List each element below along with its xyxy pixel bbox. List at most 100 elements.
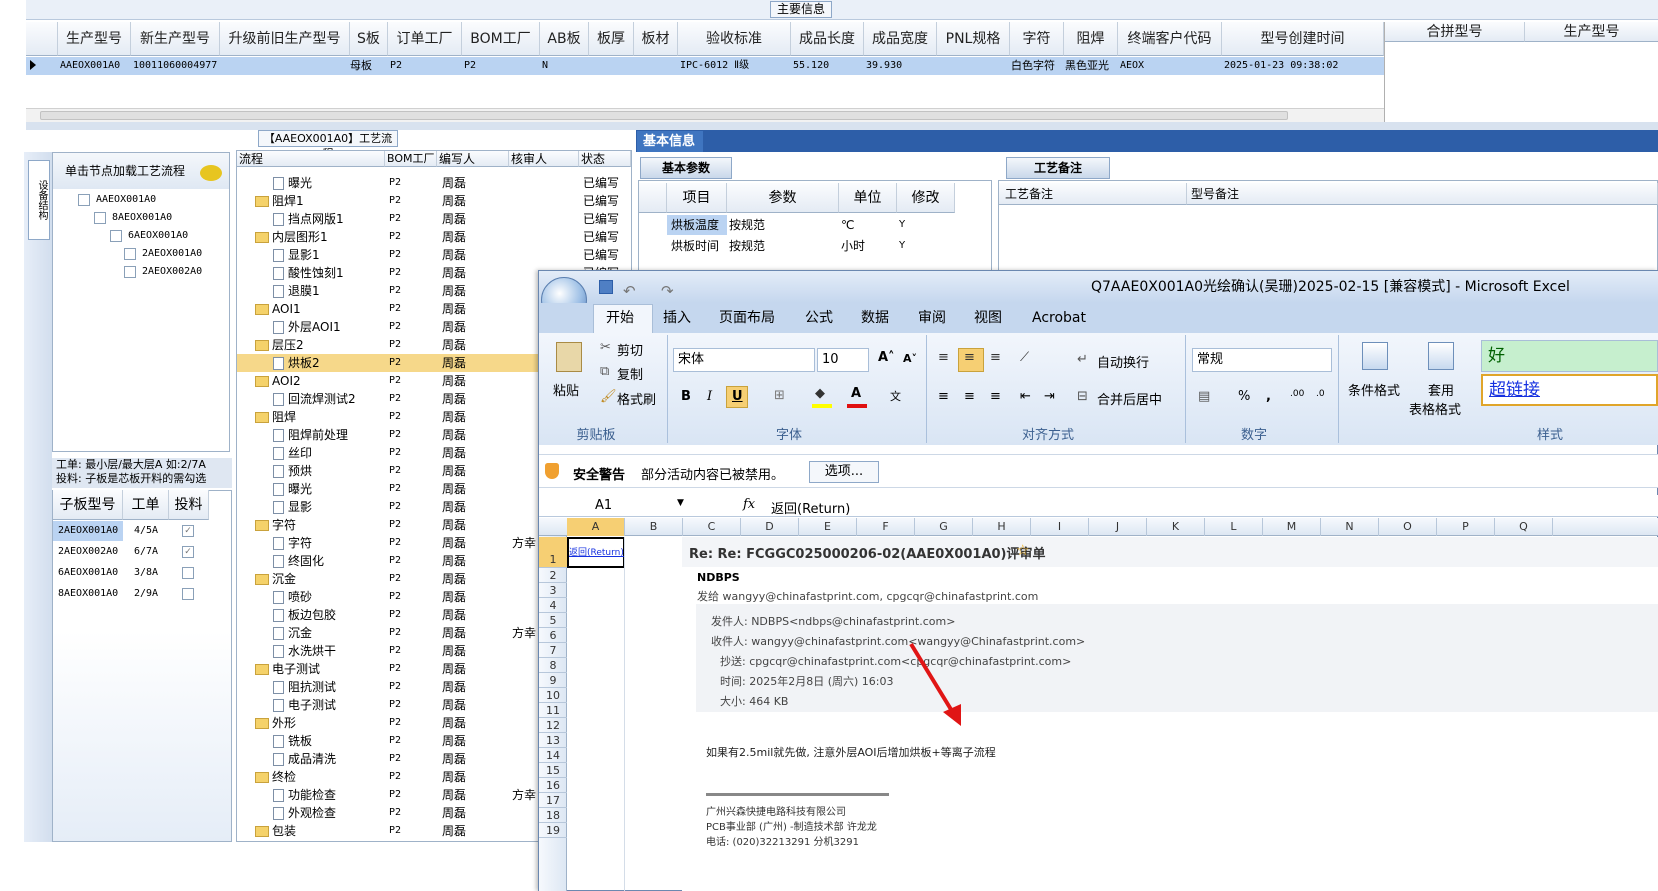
col-header-ab-board[interactable]: AB板 bbox=[540, 22, 589, 56]
param-item-cell[interactable]: 烘板温度 bbox=[671, 215, 719, 235]
horizontal-scrollbar[interactable] bbox=[26, 108, 1384, 122]
tree-node[interactable]: 6AEOX001A0 bbox=[128, 228, 188, 244]
conditional-format-button[interactable]: 条件格式 bbox=[1348, 380, 1400, 399]
tab-acrobat[interactable]: Acrobat bbox=[1032, 306, 1086, 330]
col-header-width[interactable]: 成品宽度 bbox=[864, 22, 937, 56]
param-value-cell[interactable]: 按规范 bbox=[729, 236, 765, 256]
row-header[interactable]: 3 bbox=[539, 583, 567, 598]
feed-checkbox[interactable]: ✓ bbox=[182, 525, 194, 537]
row-header[interactable]: 15 bbox=[539, 763, 567, 778]
process-row[interactable]: 内层图形1 P2 周磊 已编写 bbox=[237, 228, 631, 246]
column-header[interactable]: P bbox=[1437, 518, 1495, 536]
col-header-length[interactable]: 成品长度 bbox=[791, 22, 864, 56]
param-value-cell[interactable]: 按规范 bbox=[729, 215, 765, 235]
column-header[interactable]: K bbox=[1147, 518, 1205, 536]
tree-node[interactable]: 8AEOX001A0 bbox=[112, 210, 172, 226]
sub-order-cell[interactable]: 4/5A bbox=[134, 521, 158, 541]
row-header[interactable]: 16 bbox=[539, 778, 567, 793]
align-center-icon[interactable]: ≡ bbox=[964, 389, 975, 404]
tab-review[interactable]: 审阅 bbox=[918, 306, 946, 330]
tab-process-notes[interactable]: 工艺备注 bbox=[1006, 157, 1110, 179]
cell-new-model[interactable]: 10011060004977 bbox=[133, 57, 217, 75]
column-header[interactable]: H bbox=[973, 518, 1031, 536]
sub-model-cell[interactable]: 6AEOX001A0 bbox=[58, 563, 118, 583]
sub-model-cell[interactable]: 2AEOX001A0 bbox=[58, 521, 118, 541]
sub-order-cell[interactable]: 6/7A bbox=[134, 542, 158, 562]
cell-legend[interactable]: 白色字符 bbox=[1011, 57, 1055, 75]
cell-a1-link[interactable]: 返回(Return) bbox=[569, 545, 624, 558]
function-icon[interactable]: fx bbox=[743, 497, 755, 512]
row-header[interactable]: 6 bbox=[539, 628, 567, 643]
border-icon[interactable]: ⊞ bbox=[774, 388, 785, 403]
wrap-text-button[interactable]: 自动换行 bbox=[1097, 352, 1149, 371]
column-header[interactable]: M bbox=[1263, 518, 1321, 536]
cell-bom-factory[interactable]: P2 bbox=[464, 57, 476, 75]
table-format-icon[interactable] bbox=[1428, 342, 1454, 370]
cell-order-factory[interactable]: P2 bbox=[390, 57, 402, 75]
cell-width[interactable]: 39.930 bbox=[866, 57, 902, 75]
col-header-merged-model[interactable]: 合拼型号 bbox=[1385, 22, 1525, 42]
col-header-customer-code[interactable]: 终端客户代码 bbox=[1118, 22, 1222, 56]
col-header-order-factory[interactable]: 订单工厂 bbox=[388, 22, 462, 56]
chat-bubble-icon[interactable] bbox=[200, 165, 222, 181]
tab-basic-info[interactable]: 基本信息 bbox=[637, 131, 703, 152]
row-header[interactable]: 8 bbox=[539, 658, 567, 673]
process-row[interactable]: 挡点网版1 P2 周磊 已编写 bbox=[237, 210, 631, 228]
param-unit-cell[interactable]: 小时 bbox=[841, 236, 865, 256]
feed-checkbox[interactable] bbox=[182, 588, 194, 600]
scissors-icon[interactable]: ✂ bbox=[600, 340, 611, 355]
indent-icon[interactable]: ⇤ bbox=[1020, 389, 1031, 404]
row-header[interactable]: 10 bbox=[539, 688, 567, 703]
align-middle-icon[interactable]: ≡ bbox=[964, 350, 975, 365]
format-painter-icon[interactable]: 🖌 bbox=[600, 389, 617, 404]
row-header[interactable]: 2 bbox=[539, 568, 567, 583]
feed-checkbox[interactable] bbox=[182, 567, 194, 579]
col-header-s-board[interactable]: S板 bbox=[350, 22, 388, 56]
fill-color-icon[interactable]: ◆ bbox=[815, 386, 825, 401]
row-header[interactable]: 12 bbox=[539, 718, 567, 733]
grid-corner[interactable] bbox=[26, 22, 58, 56]
col-header-order[interactable]: 工单 bbox=[123, 490, 169, 520]
formula-input[interactable]: 返回(Return) bbox=[771, 498, 850, 517]
column-header[interactable]: L bbox=[1205, 518, 1263, 536]
row-header[interactable]: 1 bbox=[539, 537, 567, 568]
column-header[interactable]: O bbox=[1379, 518, 1437, 536]
feed-checkbox[interactable]: ✓ bbox=[182, 546, 194, 558]
underline-icon[interactable]: U bbox=[732, 389, 743, 404]
column-header[interactable]: N bbox=[1321, 518, 1379, 536]
tab-insert[interactable]: 插入 bbox=[663, 306, 691, 330]
align-left-icon[interactable]: ≡ bbox=[938, 389, 949, 404]
column-header[interactable]: Q bbox=[1495, 518, 1553, 536]
splitter[interactable] bbox=[26, 122, 1658, 130]
bold-icon[interactable]: B bbox=[681, 389, 691, 404]
increase-decimal-icon[interactable]: .00 bbox=[1290, 389, 1304, 399]
row-header[interactable]: 7 bbox=[539, 643, 567, 658]
tab-view[interactable]: 视图 bbox=[974, 306, 1002, 330]
row-header[interactable]: 13 bbox=[539, 733, 567, 748]
column-header[interactable]: I bbox=[1031, 518, 1089, 536]
align-right-icon[interactable]: ≡ bbox=[990, 389, 1001, 404]
column-header[interactable]: J bbox=[1089, 518, 1147, 536]
copy-icon[interactable]: ⧉ bbox=[600, 364, 609, 379]
sub-order-cell[interactable]: 3/8A bbox=[134, 563, 158, 583]
percent-icon[interactable]: % bbox=[1238, 389, 1250, 404]
wrap-text-icon[interactable]: ↵ bbox=[1077, 352, 1088, 367]
shrink-font-icon[interactable]: A˅ bbox=[903, 352, 917, 365]
cell-length[interactable]: 55.120 bbox=[793, 57, 829, 75]
tree-node[interactable]: 2AEOX002A0 bbox=[142, 264, 202, 280]
tab-formulas[interactable]: 公式 bbox=[805, 306, 833, 330]
column-header[interactable]: A bbox=[567, 518, 625, 536]
table-format-label-1[interactable]: 套用 bbox=[1428, 380, 1454, 399]
copy-button[interactable]: 复制 bbox=[617, 364, 643, 383]
col-header-soldermask[interactable]: 阻焊 bbox=[1064, 22, 1118, 56]
font-size-select[interactable]: 10 bbox=[817, 348, 869, 372]
style-good[interactable]: 好 bbox=[1481, 340, 1658, 372]
grow-font-icon[interactable]: A˄ bbox=[878, 350, 895, 365]
align-bottom-icon[interactable]: ≡ bbox=[990, 350, 1001, 365]
tab-home[interactable]: 开始 bbox=[606, 306, 634, 330]
column-header[interactable]: C bbox=[683, 518, 741, 536]
font-name-select[interactable]: 宋体 bbox=[673, 348, 815, 372]
merge-center-button[interactable]: 合并后居中 bbox=[1097, 389, 1162, 408]
row-header[interactable]: 18 bbox=[539, 808, 567, 823]
col-header-thickness[interactable]: 板厚 bbox=[589, 22, 634, 56]
